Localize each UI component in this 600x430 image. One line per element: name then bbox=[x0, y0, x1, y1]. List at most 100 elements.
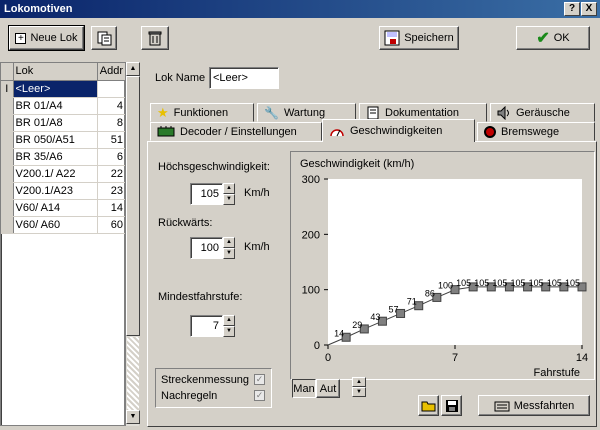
header-addr[interactable]: Addr bbox=[97, 63, 127, 81]
x-tick-label: 7 bbox=[452, 352, 458, 364]
row-addr[interactable]: 4 bbox=[97, 97, 127, 115]
y-tick-label: 200 bbox=[302, 229, 320, 241]
min-step-input[interactable]: 7 bbox=[190, 315, 223, 337]
nachregeln-checkbox[interactable]: ✓ bbox=[254, 390, 265, 401]
row-addr[interactable]: 8 bbox=[97, 114, 127, 132]
table-row[interactable]: BR 35/A6 6 bbox=[1, 148, 127, 166]
table-row[interactable]: V200.1/A23 23 bbox=[1, 182, 127, 200]
spin-up-icon[interactable]: ▲ bbox=[223, 183, 235, 194]
new-loco-button[interactable]: + Neue Lok bbox=[8, 25, 85, 51]
row-addr[interactable]: 23 bbox=[97, 182, 127, 200]
speed-chart[interactable]: Geschwindigkeit (km/h) Fahrstufe 0 100 200… bbox=[291, 152, 594, 379]
copy-button[interactable] bbox=[91, 26, 117, 50]
row-addr[interactable] bbox=[97, 80, 127, 98]
trash-icon bbox=[148, 31, 162, 46]
row-addr[interactable]: 60 bbox=[97, 216, 127, 234]
tab-dokumentation-label: Dokumentation bbox=[385, 106, 459, 119]
spin-down-icon[interactable]: ▼ bbox=[223, 194, 235, 205]
data-label: 105 bbox=[547, 278, 562, 288]
scroll-thumb[interactable] bbox=[126, 76, 140, 336]
data-label: 105 bbox=[565, 278, 580, 288]
messfahrten-button[interactable]: Messfahrten bbox=[478, 395, 590, 416]
tab-funktionen[interactable]: ★ Funktionen bbox=[150, 103, 254, 122]
scroll-up-arrow-icon[interactable]: ▲ bbox=[126, 62, 140, 76]
plus-icon: + bbox=[15, 32, 27, 44]
row-name[interactable]: V60/ A14 bbox=[13, 199, 98, 217]
strecke-label: Streckenmessung bbox=[161, 374, 250, 386]
data-label: 105 bbox=[492, 278, 507, 288]
spin-down-icon[interactable]: ▼ bbox=[352, 387, 366, 397]
tab-geraeusche[interactable]: Geräusche bbox=[490, 103, 595, 122]
tab-funktionen-label: Funktionen bbox=[173, 106, 229, 119]
plot-area bbox=[328, 179, 582, 345]
y-tick-label: 300 bbox=[302, 174, 320, 186]
tab-wartung-label: Wartung bbox=[283, 106, 326, 119]
list-header: Lok Addr bbox=[1, 63, 127, 81]
row-name[interactable]: BR 01/A8 bbox=[13, 114, 98, 132]
ok-button[interactable]: ✔ OK bbox=[516, 26, 590, 50]
list-scrollbar[interactable]: ▲ ▼ bbox=[125, 62, 140, 426]
help-button[interactable]: ? bbox=[564, 2, 580, 16]
row-addr[interactable]: 22 bbox=[97, 165, 127, 183]
close-button[interactable]: X bbox=[581, 2, 597, 16]
data-label: 71 bbox=[407, 297, 417, 307]
spin-down-icon[interactable]: ▼ bbox=[223, 326, 235, 337]
strecke-checkbox[interactable]: ✓ bbox=[254, 374, 265, 385]
x-axis-label: Fahrstufe bbox=[534, 367, 580, 379]
max-speed-input[interactable]: 105 bbox=[190, 183, 223, 205]
chart-spinner[interactable]: ▲ ▼ bbox=[352, 377, 366, 397]
loco-list[interactable]: Lok Addr I <Leer> BR 01/A4 4 BR 01/A8 8 BR… bbox=[0, 62, 127, 426]
speed-chart-frame: Geschwindigkeit (km/h) Fahrstufe 0 100 200… bbox=[290, 151, 595, 380]
lok-name-input[interactable]: <Leer> bbox=[209, 67, 279, 89]
header-lok[interactable]: Lok bbox=[13, 63, 98, 81]
row-name[interactable]: V60/ A60 bbox=[13, 216, 98, 234]
delete-button[interactable] bbox=[141, 26, 169, 50]
data-label: 100 bbox=[438, 281, 453, 291]
open-button[interactable] bbox=[418, 395, 439, 416]
max-speed-spinner[interactable]: ▲ ▼ bbox=[223, 183, 235, 205]
row-name[interactable]: <Leer> bbox=[13, 80, 98, 98]
tab-decoder[interactable]: Decoder / Einstellungen bbox=[150, 122, 322, 141]
table-row[interactable]: I <Leer> bbox=[1, 80, 127, 98]
row-addr[interactable]: 51 bbox=[97, 131, 127, 149]
table-row[interactable]: V200.1/ A22 22 bbox=[1, 165, 127, 183]
scroll-track[interactable] bbox=[127, 337, 139, 411]
save-button[interactable]: Speichern bbox=[379, 26, 459, 50]
spin-up-icon[interactable]: ▲ bbox=[223, 315, 235, 326]
row-name[interactable]: BR 35/A6 bbox=[13, 148, 98, 166]
tab-bremswege[interactable]: Bremswege bbox=[477, 122, 595, 141]
row-addr[interactable]: 14 bbox=[97, 199, 127, 217]
copy-icon bbox=[97, 31, 112, 46]
save-label: Speichern bbox=[404, 32, 454, 44]
star-icon: ★ bbox=[157, 104, 169, 120]
min-step-spinner[interactable]: ▲ ▼ bbox=[223, 315, 235, 337]
save-icon bbox=[384, 30, 400, 46]
floppy-save-button[interactable] bbox=[441, 395, 462, 416]
y-tick-label: 100 bbox=[302, 285, 320, 297]
row-name[interactable]: V200.1/ A22 bbox=[13, 165, 98, 183]
reverse-speed-input[interactable]: 100 bbox=[190, 237, 223, 259]
tab-bremswege-label: Bremswege bbox=[501, 125, 560, 138]
table-row[interactable]: BR 01/A4 4 bbox=[1, 97, 127, 115]
mode-aut-button[interactable]: Aut bbox=[316, 379, 340, 398]
row-addr[interactable]: 6 bbox=[97, 148, 127, 166]
mode-man-button[interactable]: Man bbox=[292, 379, 316, 398]
spin-up-icon[interactable]: ▲ bbox=[223, 237, 235, 248]
brake-icon bbox=[484, 125, 496, 138]
table-row[interactable]: BR 01/A8 8 bbox=[1, 114, 127, 132]
table-row[interactable]: BR 050/A51 51 bbox=[1, 131, 127, 149]
check-icon: ✔ bbox=[536, 30, 550, 47]
ok-label: OK bbox=[553, 32, 570, 44]
table-row[interactable]: V60/ A14 14 bbox=[1, 199, 127, 217]
table-row[interactable]: V60/ A60 60 bbox=[1, 216, 127, 234]
spin-up-icon[interactable]: ▲ bbox=[352, 377, 366, 387]
lokomotiven-window: Lokomotiven ? X + Neue Lok Speichern ✔ O… bbox=[0, 0, 600, 430]
row-name[interactable]: BR 050/A51 bbox=[13, 131, 98, 149]
row-name[interactable]: V200.1/A23 bbox=[13, 182, 98, 200]
data-label: 57 bbox=[389, 304, 399, 314]
reverse-speed-spinner[interactable]: ▲ ▼ bbox=[223, 237, 235, 259]
tab-geschwindigkeiten[interactable]: Geschwindigkeiten bbox=[322, 119, 475, 142]
scroll-down-arrow-icon[interactable]: ▼ bbox=[126, 410, 140, 424]
spin-down-icon[interactable]: ▼ bbox=[223, 248, 235, 259]
row-name[interactable]: BR 01/A4 bbox=[13, 97, 98, 115]
